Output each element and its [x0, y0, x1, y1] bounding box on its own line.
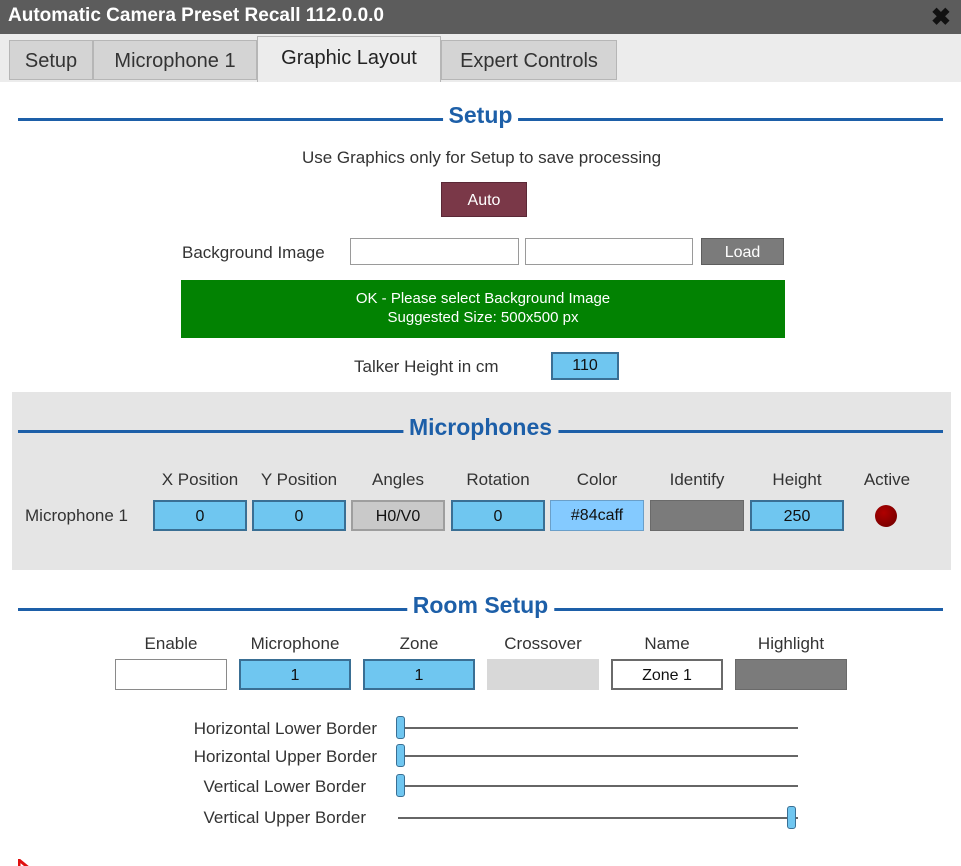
- graphic-layout-panel: Setup Use Graphics only for Setup to sav…: [12, 86, 951, 866]
- slider-track-vertical-lower: [398, 785, 798, 787]
- slider-track-vertical-upper: [398, 817, 798, 819]
- slider-track-horizontal-upper: [398, 755, 798, 757]
- slider-horizontal-upper-border[interactable]: [396, 744, 405, 767]
- slider-label-vertical-lower: Vertical Lower Border: [203, 777, 366, 796]
- microphones-heading-label: Microphones: [402, 414, 559, 441]
- column-highlight: Highlight: [757, 634, 825, 653]
- tab-strip: Setup Microphone 1 Graphic Layout Expert…: [0, 34, 961, 82]
- column-name: Name: [644, 634, 690, 653]
- mic-x-position-field[interactable]: 0: [153, 500, 247, 531]
- crossover-field[interactable]: [487, 659, 599, 690]
- room-zone-field[interactable]: 1: [363, 659, 475, 690]
- slider-horizontal-lower-border[interactable]: [396, 716, 405, 739]
- column-enable: Enable: [144, 634, 198, 653]
- slider-label-vertical-upper: Vertical Upper Border: [203, 808, 366, 827]
- setup-section: Setup Use Graphics only for Setup to sav…: [12, 86, 951, 392]
- mic-identify-button[interactable]: [650, 500, 744, 531]
- mic-height-field[interactable]: 250: [750, 500, 844, 531]
- zone-name-field[interactable]: Zone 1: [611, 659, 723, 690]
- microphone-row-label: Microphone 1: [25, 506, 129, 525]
- enable-toggle[interactable]: [115, 659, 227, 690]
- auto-button[interactable]: Auto: [441, 182, 527, 217]
- slider-track-horizontal-lower: [398, 727, 798, 729]
- column-x-position: X Position: [161, 470, 239, 489]
- mic-angles-field[interactable]: H0/V0: [351, 500, 445, 531]
- mic-color-field[interactable]: #84caff: [550, 500, 644, 531]
- resize-corner-icon: [18, 856, 36, 866]
- setup-hint: Use Graphics only for Setup to save proc…: [301, 148, 662, 167]
- room-setup-section: Room Setup Enable Microphone Zone Crosso…: [12, 570, 951, 866]
- room-setup-heading: Room Setup: [18, 592, 943, 628]
- column-microphone: Microphone: [250, 634, 340, 653]
- mic-y-position-field[interactable]: 0: [252, 500, 346, 531]
- microphones-section: Microphones X Position Y Position Angles…: [12, 392, 951, 570]
- talker-height-label: Talker Height in cm: [354, 357, 499, 376]
- background-image-label: Background Image: [182, 243, 325, 262]
- talker-height-field[interactable]: 110: [551, 352, 619, 380]
- window-title: Automatic Camera Preset Recall 112.0.0.0: [8, 5, 384, 26]
- close-icon[interactable]: ✖: [931, 3, 951, 32]
- tab-graphic-layout[interactable]: Graphic Layout: [257, 36, 441, 82]
- status-banner: OK - Please select Background Image Sugg…: [181, 280, 785, 338]
- column-rotation: Rotation: [466, 470, 530, 489]
- highlight-button[interactable]: [735, 659, 847, 690]
- column-zone: Zone: [399, 634, 439, 653]
- column-angles: Angles: [372, 470, 424, 489]
- status-line-2: Suggested Size: 500x500 px: [387, 309, 579, 326]
- tab-expert-controls[interactable]: Expert Controls: [441, 40, 617, 80]
- status-line-1: OK - Please select Background Image: [355, 290, 611, 307]
- background-image-field-2[interactable]: [525, 238, 693, 265]
- column-y-position: Y Position: [260, 470, 338, 489]
- microphones-heading: Microphones: [18, 414, 943, 450]
- slider-label-horizontal-lower: Horizontal Lower Border: [193, 719, 377, 738]
- mic-rotation-field[interactable]: 0: [451, 500, 545, 531]
- load-button[interactable]: Load: [701, 238, 784, 265]
- room-microphone-field[interactable]: 1: [239, 659, 351, 690]
- title-bar: Automatic Camera Preset Recall 112.0.0.0…: [0, 0, 961, 34]
- slider-vertical-upper-border[interactable]: [787, 806, 796, 829]
- column-crossover: Crossover: [504, 634, 582, 653]
- active-indicator-icon: [875, 505, 897, 527]
- background-image-field-1[interactable]: [350, 238, 519, 265]
- tab-microphone-1[interactable]: Microphone 1: [93, 40, 257, 80]
- column-active: Active: [863, 470, 911, 489]
- setup-heading-label: Setup: [442, 102, 519, 129]
- column-color: Color: [576, 470, 618, 489]
- slider-vertical-lower-border[interactable]: [396, 774, 405, 797]
- column-identify: Identify: [669, 470, 725, 489]
- room-setup-heading-label: Room Setup: [406, 592, 555, 619]
- setup-heading: Setup: [18, 102, 943, 138]
- slider-label-horizontal-upper: Horizontal Upper Border: [193, 747, 377, 766]
- column-height: Height: [772, 470, 822, 489]
- tab-setup[interactable]: Setup: [9, 40, 93, 80]
